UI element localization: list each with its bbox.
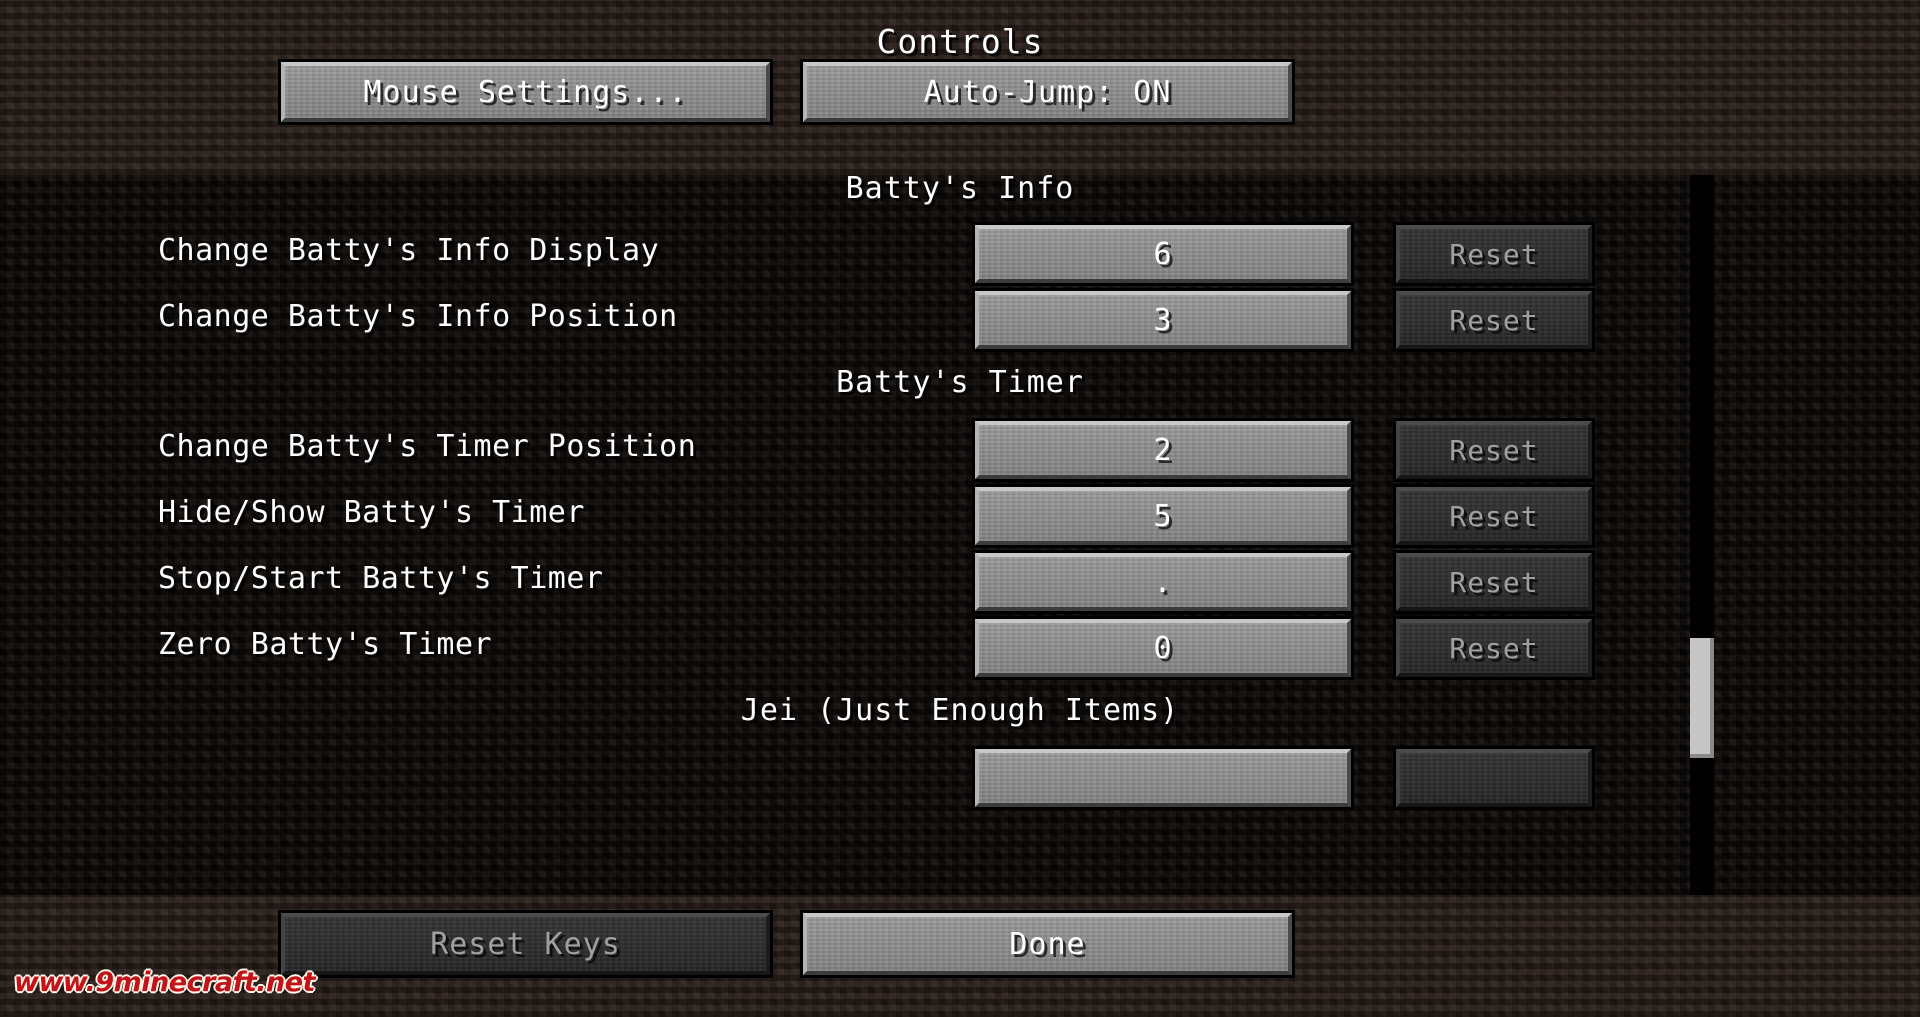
keybind-key-button[interactable]: 6 bbox=[972, 222, 1354, 286]
done-button[interactable]: Done bbox=[800, 910, 1295, 978]
keybind-row: Zero Batty's Timer 0 Reset bbox=[0, 616, 1920, 680]
keybind-row: Change Batty's Info Display 6 Reset bbox=[0, 222, 1920, 286]
keybind-reset-button[interactable]: Reset bbox=[1393, 288, 1595, 352]
scrollbar-track[interactable] bbox=[1690, 175, 1714, 895]
reset-keys-button[interactable]: Reset Keys bbox=[278, 910, 773, 978]
keybind-key-button[interactable]: 3 bbox=[972, 288, 1354, 352]
keybind-reset-button[interactable]: Reset bbox=[1393, 222, 1595, 286]
keybind-reset-button[interactable]: Reset bbox=[1393, 484, 1595, 548]
section-header-battys-info: Batty's Info bbox=[845, 175, 1075, 206]
keybind-label: Zero Batty's Timer bbox=[158, 627, 493, 662]
keybind-key-button[interactable]: 2 bbox=[972, 418, 1354, 482]
keybind-label: Stop/Start Batty's Timer bbox=[158, 561, 604, 596]
keybind-row: Change Batty's Info Position 3 Reset bbox=[0, 288, 1920, 352]
keybind-row: Hide/Show Batty's Timer 5 Reset bbox=[0, 484, 1920, 548]
mouse-settings-button[interactable]: Mouse Settings... bbox=[278, 59, 773, 125]
keybind-reset-button[interactable]: Reset bbox=[1393, 550, 1595, 614]
keybind-label: Change Batty's Timer Position bbox=[158, 429, 697, 464]
site-watermark: www.9minecraft.net bbox=[14, 967, 315, 998]
keybind-reset-button[interactable]: Reset bbox=[1393, 418, 1595, 482]
minecraft-controls-screen: Controls Mouse Settings... Auto-Jump: ON… bbox=[0, 0, 1920, 1017]
auto-jump-toggle-button[interactable]: Auto-Jump: ON bbox=[800, 59, 1295, 125]
keybind-key-button[interactable]: . bbox=[972, 550, 1354, 614]
header-bar: Controls Mouse Settings... Auto-Jump: ON bbox=[0, 0, 1920, 175]
keybind-label: Change Batty's Info Position bbox=[158, 299, 678, 334]
page-title: Controls bbox=[876, 22, 1044, 61]
keybind-label: Hide/Show Batty's Timer bbox=[158, 495, 585, 530]
controls-list: Batty's Info Change Batty's Info Display… bbox=[0, 175, 1920, 895]
keybind-row: Stop/Start Batty's Timer . Reset bbox=[0, 550, 1920, 614]
keybind-reset-button[interactable] bbox=[1393, 746, 1595, 810]
section-header-battys-timer: Batty's Timer bbox=[836, 365, 1084, 400]
keybind-label: Change Batty's Info Display bbox=[158, 233, 660, 268]
keybind-row: Change Batty's Timer Position 2 Reset bbox=[0, 418, 1920, 482]
keybind-row-clipped bbox=[0, 746, 1920, 810]
scrollbar-thumb[interactable] bbox=[1690, 638, 1714, 758]
section-header-jei: Jei (Just Enough Items) bbox=[740, 693, 1180, 728]
keybind-key-button[interactable]: 0 bbox=[972, 616, 1354, 680]
keybind-key-button[interactable]: 5 bbox=[972, 484, 1354, 548]
keybind-reset-button[interactable]: Reset bbox=[1393, 616, 1595, 680]
keybind-key-button[interactable] bbox=[972, 746, 1354, 810]
